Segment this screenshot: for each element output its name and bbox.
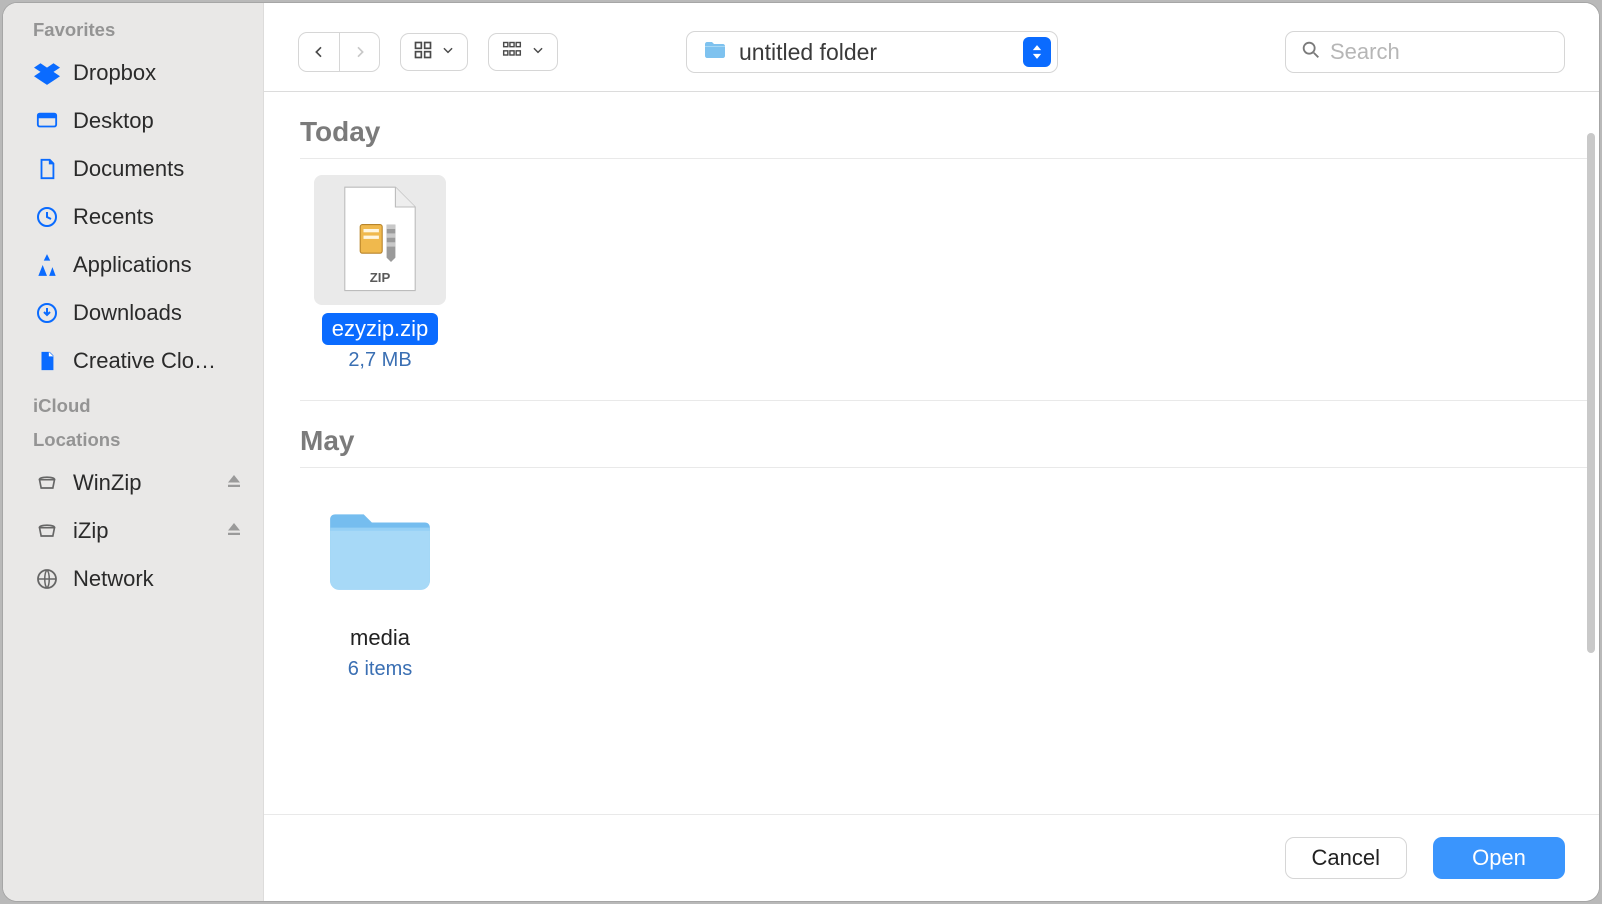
- group-by-button[interactable]: [488, 33, 558, 71]
- eject-icon[interactable]: [225, 470, 243, 496]
- toolbar: untitled folder: [264, 3, 1599, 91]
- search-field[interactable]: [1285, 31, 1565, 73]
- file-size: 2,7 MB: [348, 349, 411, 372]
- cancel-button[interactable]: Cancel: [1285, 837, 1407, 879]
- sidebar-item-label: Creative Clo…: [73, 348, 216, 374]
- sidebar-item-label: WinZip: [73, 470, 141, 496]
- desktop-icon: [33, 107, 61, 135]
- scrollbar[interactable]: [1587, 133, 1595, 653]
- search-icon: [1300, 39, 1322, 66]
- documents-icon: [33, 155, 61, 183]
- date-group-today: Today ZIP: [264, 92, 1589, 401]
- sidebar-section-locations: Locations: [23, 429, 253, 451]
- main-pane: untitled folder Today: [264, 3, 1599, 901]
- downloads-icon: [33, 299, 61, 327]
- footer: Cancel Open: [264, 814, 1599, 901]
- sidebar-item-label: Recents: [73, 204, 154, 230]
- svg-text:ZIP: ZIP: [370, 270, 391, 285]
- sidebar-item-documents[interactable]: Documents: [23, 147, 253, 191]
- clock-icon: [33, 203, 61, 231]
- sidebar-item-label: Documents: [73, 156, 184, 182]
- sidebar-item-label: iZip: [73, 518, 108, 544]
- sidebar-item-label: Desktop: [73, 108, 154, 134]
- zip-file-icon: ZIP: [314, 175, 446, 305]
- file-item-ezyzip[interactable]: ZIP ezyzip.zip 2,7 MB: [300, 175, 460, 372]
- sidebar-item-recents[interactable]: Recents: [23, 195, 253, 239]
- sidebar-item-network[interactable]: Network: [23, 557, 253, 601]
- back-button[interactable]: [299, 33, 339, 71]
- grid-icon: [413, 40, 433, 65]
- creative-cloud-files-icon: [33, 347, 61, 375]
- folder-icon: [314, 484, 446, 614]
- sidebar-item-label: Network: [73, 566, 154, 592]
- sidebar-item-winzip[interactable]: WinZip: [23, 461, 253, 505]
- folder-icon: [701, 38, 729, 67]
- sidebar-item-creative-cloud[interactable]: Creative Clo…: [23, 339, 253, 383]
- sidebar-section-icloud: iCloud: [23, 395, 253, 417]
- sidebar-section-favorites: Favorites: [23, 19, 253, 41]
- open-button[interactable]: Open: [1433, 837, 1565, 879]
- folder-item-media[interactable]: media 6 items: [300, 484, 460, 681]
- file-open-dialog: Favorites Dropbox Desktop Documents Rece…: [3, 3, 1599, 901]
- sidebar-item-label: Downloads: [73, 300, 182, 326]
- dropbox-icon: [33, 59, 61, 87]
- sidebar-item-label: Dropbox: [73, 60, 156, 86]
- sidebar-item-downloads[interactable]: Downloads: [23, 291, 253, 335]
- group-grid-icon: [501, 40, 523, 65]
- group-title: Today: [300, 116, 1589, 148]
- file-name: ezyzip.zip: [322, 313, 439, 345]
- sidebar-item-label: Applications: [73, 252, 192, 278]
- file-content-area: Today ZIP: [264, 91, 1599, 814]
- eject-icon[interactable]: [225, 518, 243, 544]
- search-input[interactable]: [1330, 39, 1599, 65]
- date-group-may: May media 6 items: [264, 401, 1589, 709]
- sidebar-item-izip[interactable]: iZip: [23, 509, 253, 553]
- sidebar-item-desktop[interactable]: Desktop: [23, 99, 253, 143]
- chevron-down-icon: [531, 43, 545, 62]
- network-globe-icon: [33, 565, 61, 593]
- sidebar-item-applications[interactable]: Applications: [23, 243, 253, 287]
- location-picker[interactable]: untitled folder: [686, 31, 1058, 73]
- updown-arrows-icon: [1023, 37, 1051, 67]
- applications-icon: [33, 251, 61, 279]
- forward-button[interactable]: [339, 33, 379, 71]
- location-name: untitled folder: [739, 39, 1013, 66]
- group-title: May: [300, 425, 1589, 457]
- item-count: 6 items: [348, 658, 412, 681]
- file-name: media: [340, 622, 420, 654]
- nav-group: [298, 32, 380, 72]
- sidebar-item-dropbox[interactable]: Dropbox: [23, 51, 253, 95]
- disk-icon: [33, 517, 61, 545]
- chevron-down-icon: [441, 43, 455, 62]
- disk-icon: [33, 469, 61, 497]
- sidebar: Favorites Dropbox Desktop Documents Rece…: [3, 3, 264, 901]
- view-mode-icons-button[interactable]: [400, 33, 468, 71]
